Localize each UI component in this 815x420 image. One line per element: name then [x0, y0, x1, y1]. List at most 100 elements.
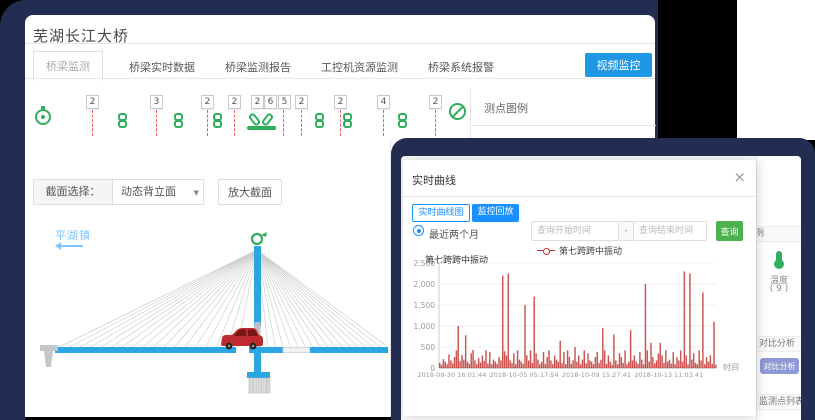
chart-bar[interactable]	[669, 360, 670, 368]
chart-bar[interactable]	[641, 360, 642, 368]
chart-bar[interactable]	[456, 350, 457, 368]
chart-bar[interactable]	[598, 363, 599, 368]
gauge-icon[interactable]	[35, 109, 51, 125]
chart-bar[interactable]	[498, 357, 499, 368]
chart-bar[interactable]	[604, 350, 605, 368]
chart-bar[interactable]	[706, 357, 707, 368]
chart-bar[interactable]	[589, 360, 590, 368]
chart-bar[interactable]	[474, 360, 475, 368]
chart-bar[interactable]	[676, 357, 677, 368]
chart-bar[interactable]	[600, 360, 601, 368]
chart-bar[interactable]	[496, 364, 497, 368]
chart-bar[interactable]	[545, 364, 546, 368]
end-time-input[interactable]	[633, 221, 707, 241]
chart-bar[interactable]	[550, 360, 551, 368]
chart-bar[interactable]	[674, 364, 675, 368]
chart-bar[interactable]	[656, 360, 657, 368]
chart-bar[interactable]	[528, 360, 529, 368]
chart-bar[interactable]	[443, 359, 444, 368]
chart-bar[interactable]	[504, 351, 505, 368]
chart-bar[interactable]	[471, 353, 472, 368]
chart-bar[interactable]	[441, 365, 442, 368]
chart-bar[interactable]	[571, 364, 572, 368]
chart-bar[interactable]	[650, 343, 651, 368]
chart-bar[interactable]	[680, 350, 681, 368]
chart-bar[interactable]	[487, 363, 488, 368]
chart-bar[interactable]	[693, 353, 694, 368]
chart-bar[interactable]	[710, 355, 711, 368]
chart-bar[interactable]	[660, 343, 661, 368]
chart-bar[interactable]	[452, 363, 453, 368]
chart-bar[interactable]	[574, 347, 575, 368]
chart-bar[interactable]	[708, 362, 709, 368]
chart-bar[interactable]	[495, 362, 496, 368]
chain-sensor-icon[interactable]	[213, 113, 223, 128]
chart-bar[interactable]	[489, 352, 490, 368]
chart-bar[interactable]	[582, 360, 583, 368]
chart-bar[interactable]	[450, 360, 451, 368]
chart-bar[interactable]	[539, 364, 540, 368]
chart-bar[interactable]	[546, 357, 547, 368]
chart-bar[interactable]	[483, 361, 484, 368]
chart-bar[interactable]	[654, 363, 655, 368]
chart-bar[interactable]	[526, 355, 527, 368]
chart-bar[interactable]	[608, 355, 609, 368]
chart-bar[interactable]	[541, 362, 542, 368]
sensor-count-badge[interactable]: 2	[251, 95, 264, 109]
chart-bar[interactable]	[634, 355, 635, 368]
tab-monitor-playback[interactable]: 监控回放	[472, 204, 519, 222]
chart-bar[interactable]	[595, 357, 596, 368]
chart-bar[interactable]	[552, 364, 553, 368]
chart-bar[interactable]	[439, 363, 440, 368]
chart-bar[interactable]	[535, 353, 536, 368]
chart-bar[interactable]	[532, 363, 533, 368]
chart-bar[interactable]	[619, 353, 620, 368]
query-button[interactable]: 查询	[716, 221, 743, 241]
chart-bar[interactable]	[665, 350, 666, 368]
chart-bar[interactable]	[661, 355, 662, 368]
section-select[interactable]: 动态背立面 ▼	[112, 179, 204, 205]
chart-bar[interactable]	[617, 364, 618, 368]
chart-bar[interactable]	[561, 363, 562, 368]
chart-bar[interactable]	[485, 350, 486, 368]
chart-bar[interactable]	[713, 322, 714, 368]
chart-bar[interactable]	[446, 364, 447, 368]
chart-bar[interactable]	[635, 362, 636, 368]
chart-bar[interactable]	[465, 335, 466, 368]
sensor-count-badge[interactable]: 2	[201, 95, 214, 109]
chart-bar[interactable]	[624, 350, 625, 368]
chart-bar[interactable]	[697, 364, 698, 368]
chart-bar[interactable]	[611, 365, 612, 368]
chart-bar[interactable]	[448, 355, 449, 368]
chart-bar[interactable]	[689, 274, 690, 369]
chart-bar[interactable]	[639, 352, 640, 368]
chart-bar[interactable]	[556, 360, 557, 368]
chart-bar[interactable]	[500, 360, 501, 368]
chart-bar[interactable]	[524, 305, 525, 368]
chart-bar[interactable]	[459, 361, 460, 368]
chart-bar[interactable]	[711, 364, 712, 368]
chart-bar[interactable]	[667, 362, 668, 368]
chart-bar[interactable]	[626, 364, 627, 368]
chart-bar[interactable]	[687, 364, 688, 368]
sensor-count-badge[interactable]: 4	[377, 95, 390, 109]
chart-bar[interactable]	[606, 364, 607, 368]
no-entry-icon[interactable]	[449, 103, 466, 120]
chart-bar[interactable]	[622, 363, 623, 368]
anemometer-icon[interactable]	[252, 234, 262, 244]
chart-bar[interactable]	[647, 350, 648, 368]
chart-bar[interactable]	[558, 362, 559, 368]
chart-bar[interactable]	[628, 362, 629, 368]
chart-bar[interactable]	[572, 360, 573, 368]
chain-sensor-icon[interactable]	[174, 113, 184, 128]
sensor-count-badge[interactable]: 2	[228, 95, 241, 109]
chart-bar[interactable]	[695, 363, 696, 368]
chart-bar[interactable]	[469, 364, 470, 368]
chart-bar[interactable]	[576, 362, 577, 368]
chart-bar[interactable]	[559, 341, 560, 368]
sensor-count-badge[interactable]: 3	[150, 95, 163, 109]
bearing-sensor-icon[interactable]	[246, 110, 278, 132]
chart-bar[interactable]	[467, 362, 468, 368]
chart-bar[interactable]	[472, 350, 473, 368]
chart-bar[interactable]	[461, 355, 462, 368]
